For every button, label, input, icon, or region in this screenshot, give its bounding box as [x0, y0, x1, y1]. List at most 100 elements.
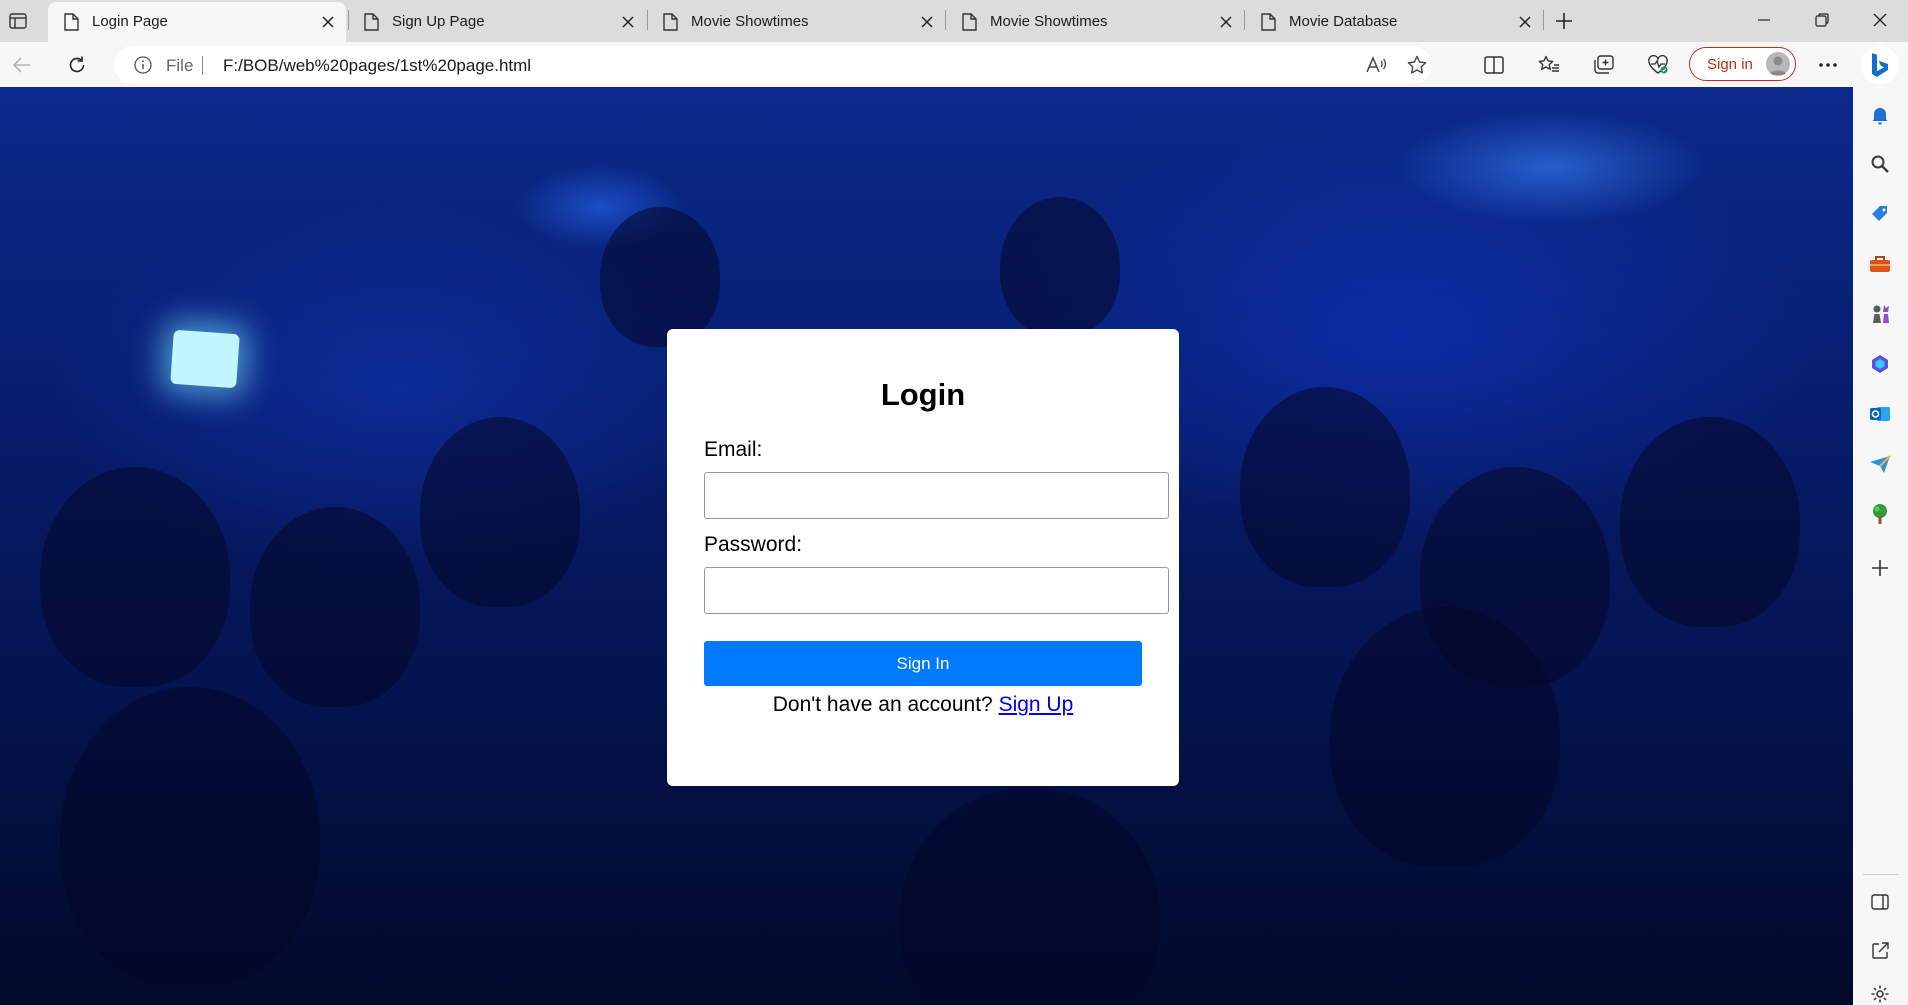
- sidebar-tree[interactable]: [1865, 499, 1895, 529]
- avatar: [1766, 52, 1790, 76]
- tab-label: Sign Up Page: [392, 13, 485, 30]
- sidebar-notifications[interactable]: [1865, 100, 1895, 130]
- sign-in-button[interactable]: Sign In: [704, 641, 1142, 686]
- tab-actions-button[interactable]: [4, 7, 32, 35]
- signup-prompt: Don't have an account? Sign Up: [667, 693, 1179, 717]
- page-icon: [1261, 13, 1276, 31]
- close-icon[interactable]: [320, 14, 336, 30]
- chess-icon: [1873, 305, 1889, 323]
- send-icon: [1870, 455, 1891, 473]
- star-icon: [1407, 55, 1427, 74]
- favorites-list-icon: [1538, 55, 1559, 72]
- tab-sign-up-page[interactable]: Sign Up Page: [348, 2, 646, 42]
- info-icon[interactable]: [134, 56, 152, 74]
- tab-movie-database[interactable]: Movie Database: [1245, 2, 1543, 42]
- minimize-button[interactable]: [1736, 0, 1792, 40]
- sidebar-microsoft365[interactable]: [1865, 349, 1895, 379]
- sidebar-drop[interactable]: [1865, 449, 1895, 479]
- profile-sign-in-button[interactable]: Sign in: [1689, 47, 1796, 81]
- arrow-left-icon: [12, 57, 30, 73]
- copilot-icon: [1872, 355, 1888, 373]
- heart-pulse-icon: [1648, 55, 1668, 74]
- sidebar-hide[interactable]: [1865, 887, 1895, 917]
- email-field[interactable]: [704, 472, 1169, 519]
- split-screen-icon: [1871, 894, 1889, 910]
- close-icon: [1873, 13, 1887, 27]
- restore-icon: [1815, 13, 1829, 27]
- browser-essentials-button[interactable]: [1642, 49, 1674, 81]
- search-icon: [1871, 155, 1889, 173]
- login-form-card: Login Email: Password: Sign In Don't hav…: [667, 329, 1179, 786]
- browser-toolbar: File F:/BOB/web%20pages/1st%20page.html …: [0, 42, 1908, 87]
- tab-login-page[interactable]: Login Page: [48, 2, 346, 42]
- tab-divider: [1543, 10, 1544, 30]
- split-screen-icon: [1484, 56, 1504, 74]
- sidebar-tools[interactable]: [1865, 249, 1895, 279]
- close-icon[interactable]: [919, 14, 935, 30]
- tab-strip: Login Page Sign Up Page Movie Showtimes …: [0, 0, 1908, 42]
- password-label: Password:: [704, 533, 803, 556]
- sidebar-add-app[interactable]: [1865, 553, 1895, 583]
- plus-icon: [1556, 13, 1572, 29]
- plus-icon: [1872, 560, 1888, 576]
- tab-label: Movie Showtimes: [691, 13, 809, 30]
- restore-button[interactable]: [1794, 0, 1850, 40]
- tab-label: Movie Showtimes: [990, 13, 1108, 30]
- collections-button[interactable]: [1588, 49, 1620, 81]
- minimize-icon: [1758, 19, 1770, 21]
- tab-movie-showtimes-2[interactable]: Movie Showtimes: [946, 2, 1244, 42]
- address-bar[interactable]: File F:/BOB/web%20pages/1st%20page.html: [114, 46, 1432, 84]
- page-icon: [663, 13, 678, 31]
- copilot-button[interactable]: [1861, 46, 1899, 84]
- back-button[interactable]: [6, 49, 38, 81]
- close-window-button[interactable]: [1852, 0, 1908, 40]
- edge-sidebar: [1853, 42, 1908, 1005]
- new-tab-button[interactable]: [1550, 7, 1578, 35]
- sidebar-games[interactable]: [1865, 299, 1895, 329]
- scheme-label: File: [166, 56, 194, 75]
- person-icon: [1769, 56, 1787, 75]
- email-label: Email:: [704, 438, 763, 461]
- tab-actions-icon: [9, 13, 27, 29]
- external-link-icon: [1872, 942, 1889, 959]
- url-text[interactable]: F:/BOB/web%20pages/1st%20page.html: [223, 56, 531, 76]
- read-aloud-icon: [1366, 56, 1387, 73]
- page-icon: [64, 13, 79, 31]
- sidebar-shopping[interactable]: [1865, 199, 1895, 229]
- collections-icon: [1594, 55, 1614, 74]
- close-icon[interactable]: [1218, 14, 1234, 30]
- bing-icon: [1872, 53, 1888, 77]
- login-title: Login: [880, 377, 966, 412]
- more-icon: [1819, 63, 1837, 67]
- page-icon: [364, 13, 379, 31]
- refresh-button[interactable]: [61, 49, 93, 81]
- tree-icon: [1873, 504, 1887, 524]
- page-content: Login Email: Password: Sign In Don't hav…: [0, 87, 1853, 1005]
- sign-in-label: Sign in: [1707, 56, 1753, 73]
- sidebar-outlook[interactable]: [1865, 399, 1895, 429]
- sidebar-open-external[interactable]: [1865, 936, 1895, 966]
- sidebar-divider: [1863, 874, 1899, 875]
- sidebar-settings[interactable]: [1865, 979, 1895, 1005]
- bell-icon: [1872, 108, 1888, 125]
- page-icon: [962, 13, 977, 31]
- settings-more-button[interactable]: [1812, 49, 1844, 81]
- outlook-icon: [1870, 407, 1890, 421]
- phone-screen-glow: [170, 329, 240, 389]
- refresh-icon: [69, 56, 85, 73]
- favorite-button[interactable]: [1401, 49, 1433, 81]
- close-icon[interactable]: [1517, 14, 1533, 30]
- password-field[interactable]: [704, 567, 1169, 614]
- sidebar-search[interactable]: [1865, 149, 1895, 179]
- no-account-text: Don't have an account?: [772, 693, 993, 716]
- tag-icon: [1872, 206, 1887, 221]
- close-icon[interactable]: [620, 14, 636, 30]
- settings-icon: [1871, 985, 1889, 1003]
- tab-label: Login Page: [92, 13, 168, 30]
- split-screen-button[interactable]: [1478, 49, 1510, 81]
- read-aloud-button[interactable]: [1360, 49, 1392, 81]
- sign-up-link[interactable]: Sign Up: [999, 693, 1074, 716]
- favorites-button[interactable]: [1533, 49, 1565, 81]
- tab-movie-showtimes[interactable]: Movie Showtimes: [647, 2, 945, 42]
- briefcase-icon: [1870, 256, 1890, 272]
